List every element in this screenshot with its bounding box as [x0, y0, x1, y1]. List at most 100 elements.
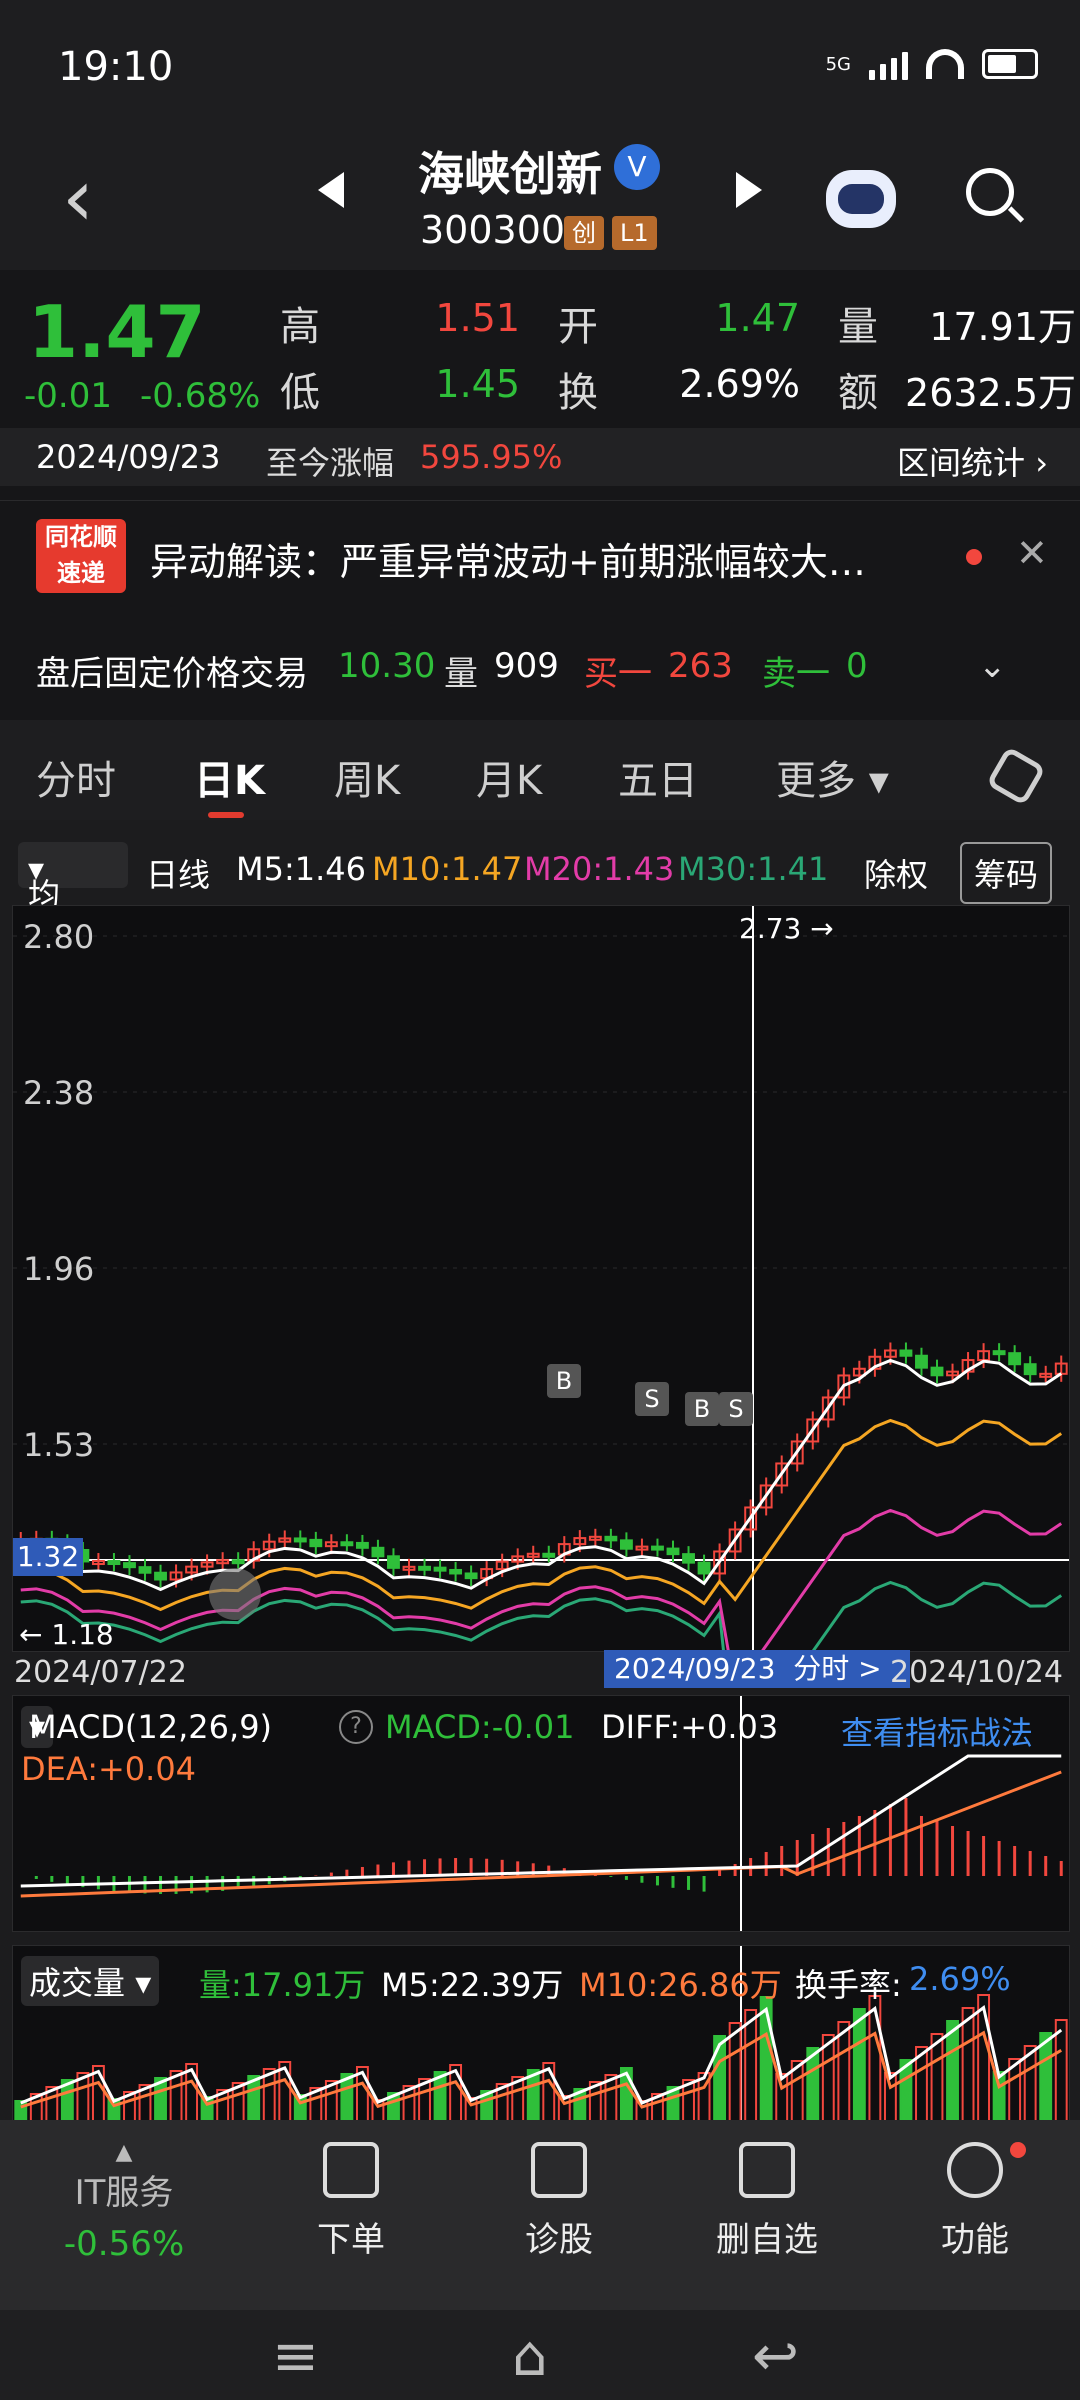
high-mark: 2.73 → — [739, 912, 834, 945]
turnover-rate-label: 换手率: — [795, 1966, 902, 2004]
signal-icon — [869, 48, 908, 80]
buy-one-value: 263 — [668, 646, 733, 686]
verified-icon: V — [614, 144, 660, 190]
buy-marker[interactable]: B — [547, 1364, 581, 1398]
status-bar: 19:10 5G — [0, 0, 1080, 130]
low-label: 低 — [280, 370, 320, 416]
open-value: 1.47 — [715, 296, 800, 340]
y-label-280: 2.80 — [23, 918, 95, 956]
after-hours-row[interactable]: 盘后固定价格交易 10.30 量 909 买一 263 卖一 0 ⌄ — [0, 610, 1080, 720]
tab-weekly-k[interactable]: 周K — [334, 748, 400, 806]
cursor-date-box[interactable]: 2024/09/23 分时 > — [604, 1650, 910, 1688]
low-mark: ← 1.18 — [19, 1618, 114, 1651]
range-stats-link[interactable]: 区间统计 › — [897, 438, 1048, 484]
notification-dot-icon — [1010, 2142, 1026, 2158]
y-label-153: 1.53 — [23, 1426, 95, 1464]
volume-selector[interactable]: 成交量 ▾ — [21, 1956, 160, 2006]
sell-marker[interactable]: S — [635, 1382, 669, 1416]
tab-intraday[interactable]: 分时 — [36, 748, 116, 806]
turnover-value: 2.69% — [679, 362, 800, 406]
volume-label: 量 — [838, 304, 878, 350]
order-button[interactable]: 下单 — [276, 2142, 426, 2261]
since-value: 595.95% — [420, 438, 563, 476]
network-label: 5G — [825, 53, 851, 75]
kline-svg — [13, 906, 1069, 1766]
fullscreen-icon[interactable] — [209, 1568, 261, 1620]
y-label-196: 1.96 — [23, 1250, 95, 1288]
level-tag: L1 — [612, 216, 657, 250]
sell-one-value: 0 — [846, 646, 868, 686]
close-icon[interactable]: ✕ — [1016, 531, 1048, 575]
amount-label: 额 — [838, 370, 878, 416]
volume-panel[interactable]: 成交量 ▾ 量:17.91万 M5:22.39万 M10:26.86万 换手率:… — [12, 1945, 1070, 2122]
stock-header: ‹ 海峡创新 V 300300 创 L1 — [0, 130, 1080, 270]
quote-panel: 1.47 -0.01 -0.68% 高 1.51 低 1.45 开 1.47 换… — [0, 270, 1080, 500]
settings-icon[interactable] — [985, 745, 1047, 807]
news-banner[interactable]: 同花顺 速递 异动解读：严重异常波动+前期涨幅较大… ✕ — [0, 500, 1080, 611]
search-icon[interactable] — [966, 168, 1014, 216]
stock-name: 海峡创新 — [418, 147, 602, 201]
volume-m5: M5:22.39万 — [381, 1966, 564, 2004]
diagnose-icon — [531, 2142, 587, 2198]
last-price: 1.47 — [28, 290, 206, 374]
ex-rights-toggle[interactable]: 除权 — [864, 850, 928, 896]
kline-chart[interactable]: 2.80 2.38 1.96 1.53 1.32 2.73 → ← 1.18 B… — [12, 905, 1070, 1766]
range-bar[interactable]: 2024/09/23 至今涨幅 595.95% 区间统计 › — [0, 428, 1080, 486]
y-label-238: 2.38 — [23, 1074, 95, 1112]
menu-circle-icon — [947, 2142, 1003, 2198]
period-tabs: 分时 日K 周K 月K 五日 更多 ▾ — [0, 720, 1080, 820]
ma20-value: M20:1.43 — [524, 850, 675, 888]
bottom-toolbar: ▲ IT服务 -0.56% 下单 诊股 删自选 功能 ≡ ⌂ ↩ — [0, 2120, 1080, 2400]
back-icon[interactable]: ‹ — [62, 158, 94, 238]
sector-name: IT服务 — [74, 2173, 174, 2213]
ma-legend: 均线 ▾ 日线 M5:1.46 M10:1.47 M20:1.43 M30:1.… — [0, 830, 1080, 960]
sell-one-label: 卖一 — [762, 654, 830, 694]
after-hours-label: 盘后固定价格交易 — [36, 654, 308, 694]
board-tag: 创 — [564, 216, 604, 250]
chart-start-date: 2024/07/22 — [14, 1655, 187, 1690]
battery-icon — [982, 49, 1038, 79]
stock-code: 300300 — [420, 208, 566, 252]
high-label: 高 — [280, 304, 320, 350]
status-time: 19:10 — [58, 44, 174, 90]
tab-more[interactable]: 更多 ▾ — [776, 748, 889, 806]
turnover-label: 换 — [558, 370, 598, 416]
current-price-tag: 1.32 — [13, 1538, 83, 1576]
system-nav-bar: ≡ ⌂ ↩ — [0, 2310, 1080, 2400]
tab-monthly-k[interactable]: 月K — [476, 748, 542, 806]
sector-change: -0.56% — [63, 2224, 185, 2264]
after-hours-vol-label: 量 — [444, 654, 478, 694]
since-label: 至今涨幅 — [266, 444, 395, 482]
turnover-rate-value: 2.69% — [909, 1960, 1011, 1998]
return-icon[interactable]: ↩ — [752, 2324, 799, 2389]
tab-daily-k[interactable]: 日K — [194, 748, 265, 806]
news-text[interactable]: 异动解读：严重异常波动+前期涨幅较大… — [150, 531, 940, 586]
chevron-down-icon[interactable]: ⌄ — [978, 646, 1007, 686]
buy-one-label: 买一 — [584, 654, 652, 694]
volume-today: 量:17.91万 — [199, 1966, 366, 2004]
sell-marker[interactable]: S — [719, 1392, 753, 1426]
macd-panel[interactable]: MACD(12,26,9) ▾ ? MACD:-0.01 DIFF:+0.03 … — [12, 1695, 1070, 1932]
previous-stock-icon[interactable] — [318, 172, 344, 208]
ma-selector-label[interactable]: 均线 ▾ — [28, 850, 60, 960]
tab-five-day[interactable]: 五日 — [618, 748, 698, 806]
buy-marker[interactable]: B — [685, 1392, 719, 1426]
ma5-value: M5:1.46 — [236, 850, 366, 888]
menu-icon[interactable]: ≡ — [272, 2324, 319, 2389]
sector-widget[interactable]: ▲ IT服务 -0.56% — [44, 2140, 204, 2264]
status-icons: 5G — [826, 48, 1038, 80]
volume-m10: M10:26.86万 — [579, 1966, 782, 2004]
assistant-robot-icon[interactable] — [826, 170, 896, 228]
diagnose-button[interactable]: 诊股 — [484, 2142, 634, 2261]
unread-dot-icon — [966, 549, 982, 565]
chips-button[interactable]: 筹码 — [960, 842, 1053, 904]
period-label: 日线 — [146, 856, 211, 894]
next-stock-icon[interactable] — [736, 172, 762, 208]
price-change-pct: -0.68% — [140, 376, 261, 416]
chart-end-date: 2024/10/24 — [890, 1655, 1063, 1690]
remove-watchlist-button[interactable]: 删自选 — [692, 2142, 842, 2261]
home-icon[interactable]: ⌂ — [512, 2324, 548, 2389]
functions-button[interactable]: 功能 — [900, 2142, 1050, 2261]
macd-svg — [20, 1696, 1063, 1931]
order-icon — [323, 2142, 379, 2198]
